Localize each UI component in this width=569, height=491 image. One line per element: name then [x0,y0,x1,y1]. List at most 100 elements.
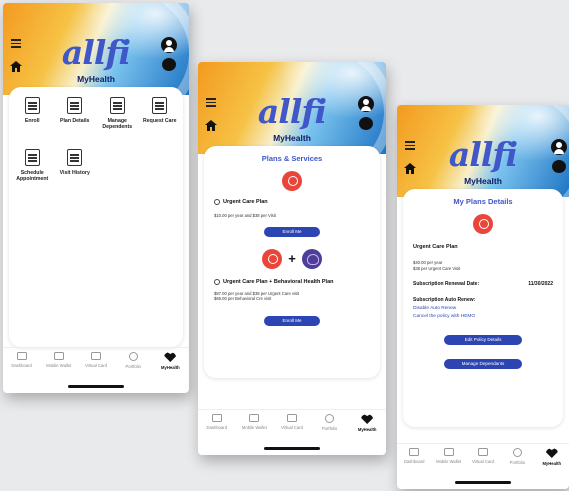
tile-request-care[interactable]: Request Care [139,93,182,141]
nav-virtual-card[interactable]: Virtual Card [77,352,114,368]
header-banner: allfi MyHealth [198,62,386,198]
renewal-row: Subscription Renewal Date: 11/30/2022 [413,281,553,287]
header-banner: allfi MyHealth [3,3,189,139]
plan-option-1[interactable]: Urgent Care Plan [214,199,370,205]
page-subtitle: MyHealth [464,176,502,186]
tile-label: Schedule Appointment [16,170,49,183]
tile-label: Request Care [143,118,177,124]
home-indicator [455,481,511,484]
plans-card: Plans & Services Urgent Care Plan $10.00… [204,146,380,378]
bottom-nav: Dashboard Mobile Wallet Virtual Card Por… [3,347,189,379]
plan-price: $10.00 per year and $38 per Visit [214,213,276,218]
nav-portfolio[interactable]: Portfolio [115,352,152,369]
menu-icon[interactable] [11,39,21,50]
portfolio-icon [325,414,335,423]
section-title: Plans & Services [261,154,323,163]
auto-renew-text: Subscription Auto Renew: [413,297,476,304]
services-card: Enroll Plan Details Manage Dependents Re… [9,87,183,347]
portfolio-icon [128,352,138,361]
nav-label: MyHealth [357,427,377,432]
nav-portfolio[interactable]: Portfolio [500,448,534,465]
page-subtitle: MyHealth [273,133,311,143]
plan-price: $66.00 per Behavioral Cre visit [214,296,272,302]
plan-option-2[interactable]: Urgent Care Plan + Behavioral Health Pla… [214,278,370,285]
nav-label: Dashboard [403,459,425,464]
home-icon[interactable] [404,163,416,174]
card-icon [286,414,297,422]
menu-icon[interactable] [206,98,216,109]
card-icon [90,352,101,360]
heart-icon [361,414,374,424]
section-title: My Plans Details [453,197,513,206]
app-logo: allfi [448,135,518,174]
tile-schedule-appointment[interactable]: Schedule Appointment [11,145,54,193]
nav-mobile-wallet[interactable]: Mobile Wallet [40,352,77,368]
nav-label: Virtual Card [471,459,494,464]
renewal-label: Subscription Renewal Date: [413,281,480,288]
radio-button[interactable] [214,199,220,205]
family-icon [109,97,125,114]
renewal-date: 11/30/2022 [528,281,553,288]
home-icon [16,352,27,360]
app-logo: allfi [61,33,131,72]
stethoscope-icon [262,248,283,269]
nav-label: Virtual Card [280,425,303,430]
heart-icon [545,448,558,458]
home-icon[interactable] [205,120,217,131]
tile-enroll[interactable]: Enroll [11,93,54,141]
cancel-policy-link[interactable]: Cancel the policy with HEMO [413,314,553,319]
radio-button[interactable] [214,278,220,285]
profile-icon[interactable] [551,139,567,155]
tile-visit-history[interactable]: Visit History [54,145,97,193]
nav-label: Mobile Wallet [46,363,72,368]
plan-name: Urgent Care Plan + Behavioral Health Pla… [223,278,334,285]
support-icon[interactable] [162,58,176,71]
enroll-button[interactable]: Enroll Me [264,226,320,237]
tile-manage-dependents[interactable]: Manage Dependents [96,93,139,141]
auto-renew-label: Subscription Auto Renew: [413,297,553,303]
phone-screen-plans: allfi MyHealth Plans & Services Urgent C… [198,62,386,455]
plan-details-card: My Plans Details Urgent Care Plan $40.00… [403,189,563,427]
profile-icon[interactable] [358,96,374,112]
profile-icon[interactable] [161,37,177,53]
bottom-nav: Dashboard Mobile Wallet Virtual Card Por… [397,443,569,475]
nav-label: MyHealth [542,461,562,466]
nav-dashboard[interactable]: Dashboard [3,352,40,368]
nav-dashboard[interactable]: Dashboard [198,414,236,430]
document-icon [67,97,83,114]
nav-mobile-wallet[interactable]: Mobile Wallet [431,448,465,464]
disable-auto-renew-link[interactable]: Disable Auto Renew [413,306,553,311]
support-icon[interactable] [359,117,373,130]
page-subtitle: MyHealth [77,74,115,84]
nav-myhealth[interactable]: MyHealth [152,352,189,370]
phone-screen-home: allfi MyHealth Enroll Plan Details Manag… [3,3,189,393]
nav-myhealth[interactable]: MyHealth [348,414,386,432]
edit-policy-button[interactable]: Edit Policy Details [444,335,522,346]
bottom-nav: Dashboard Mobile Wallet Virtual Card Por… [198,409,386,441]
tile-plan-details[interactable]: Plan Details [54,93,97,141]
tile-label: Manage Dependents [102,118,133,131]
manage-dependants-button[interactable]: Manage Dependants [444,359,522,370]
enroll-button[interactable]: Enroll Me [264,316,320,327]
nav-mobile-wallet[interactable]: Mobile Wallet [236,414,274,430]
support-icon[interactable] [552,160,566,173]
nav-portfolio[interactable]: Portfolio [311,414,349,431]
header-banner: allfi MyHealth [397,105,569,241]
nav-myhealth[interactable]: MyHealth [535,448,569,466]
app-logo: allfi [257,92,327,131]
home-icon[interactable] [10,61,22,72]
nav-dashboard[interactable]: Dashboard [397,448,431,464]
doctor-icon [152,97,168,114]
plan-price: $38 per Urgent Care Visit [413,265,461,271]
plus-sign: + [288,251,296,267]
tile-label: Enroll [24,118,40,124]
nav-label: Mobile Wallet [241,425,267,430]
menu-icon[interactable] [405,141,415,152]
nav-label: Portfolio [321,426,338,431]
nav-virtual-card[interactable]: Virtual Card [466,448,500,464]
home-indicator [264,447,320,450]
home-icon [211,414,222,422]
portfolio-icon [512,448,522,457]
brain-icon [301,248,322,269]
nav-virtual-card[interactable]: Virtual Card [273,414,311,430]
